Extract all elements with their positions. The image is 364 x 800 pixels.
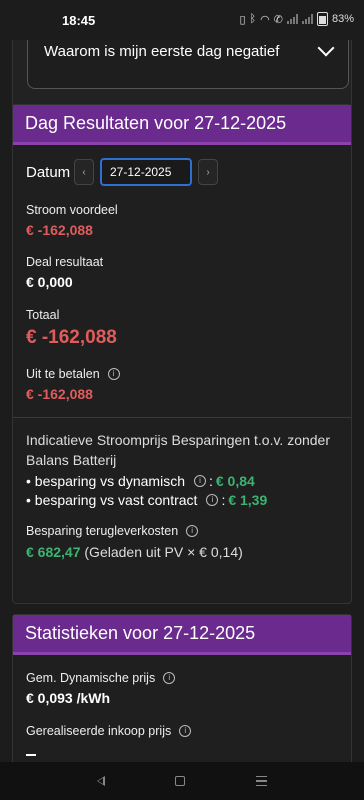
feed-in-note: (Geladen uit PV × € 0,14)	[84, 544, 243, 560]
saving-dynamic-label: • besparing vs dynamisch	[26, 473, 185, 489]
chevron-left-icon: ‹	[82, 166, 86, 178]
faq-dropdown[interactable]: Waarom is mijn eerste dag negatief	[27, 40, 349, 89]
deal-resultaat-label: Deal resultaat	[26, 255, 104, 269]
battery-percent: 83%	[331, 13, 354, 25]
stroom-voordeel-value: € -162,088	[26, 222, 93, 238]
feed-in-savings-block: Besparing terugleverkosten i € 682,47 (G…	[26, 524, 338, 560]
uit-te-betalen-value: € -162,088	[26, 386, 93, 402]
next-day-button[interactable]: ›	[198, 159, 218, 185]
inkoop-label-row: Gerealiseerde inkoop prijs i	[26, 724, 338, 738]
colon: :	[221, 492, 226, 508]
wifi-call-icon: ✆	[273, 13, 283, 26]
dyn-price-value: € 0,093 /kWh	[26, 690, 111, 706]
saving-dynamic-value: € 0,84	[215, 473, 255, 489]
feed-in-label: Besparing terugleverkosten	[26, 524, 179, 538]
totaal-block: Totaal € -162,088	[26, 308, 338, 349]
chevron-down-icon	[317, 40, 335, 57]
uit-te-betalen-label: Uit te betalen	[26, 367, 100, 381]
totaal-value: € -162,088	[26, 327, 117, 348]
vibrate-icon: ▯	[239, 13, 246, 26]
saving-dynamic-row: • besparing vs dynamisch i : € 0,84	[26, 473, 338, 489]
day-results-title: Dag Resultaten voor 27-12-2025	[13, 105, 351, 145]
stroom-voordeel-block: Stroom voordeel € -162,088	[26, 203, 338, 238]
colon: :	[208, 473, 213, 489]
deal-resultaat-block: Deal resultaat € 0,000	[26, 255, 338, 290]
dyn-price-block: Gem. Dynamische prijs i € 0,093 /kWh	[26, 671, 338, 706]
wifi-icon: ◠	[260, 13, 270, 26]
dyn-price-label-row: Gem. Dynamische prijs i	[26, 671, 338, 685]
chevron-right-icon: ›	[206, 166, 210, 178]
home-icon[interactable]	[175, 776, 186, 786]
back-icon[interactable]	[97, 776, 106, 786]
uit-te-betalen-label-row: Uit te betalen i	[26, 367, 338, 381]
feed-in-label-row: Besparing terugleverkosten i	[26, 524, 338, 538]
deal-resultaat-value: € 0,000	[26, 274, 73, 290]
status-bar: 18:45 ▯ ᛒ ◠ ✆ 83%	[0, 0, 364, 40]
saving-fixed-label: • besparing vs vast contract	[26, 492, 198, 508]
signal-icon	[286, 14, 298, 24]
date-label: Datum	[26, 163, 71, 181]
date-row: Datum ‹ ›	[26, 157, 338, 187]
saving-fixed-row: • besparing vs vast contract i : € 1,39	[26, 492, 338, 508]
statistics-title: Statistieken voor 27-12-2025	[13, 615, 351, 655]
saving-fixed-value: € 1,39	[228, 492, 268, 508]
status-time: 18:45	[62, 13, 96, 28]
battery-icon	[316, 12, 328, 26]
uit-te-betalen-block: Uit te betalen i € -162,088	[26, 367, 338, 402]
divider	[13, 417, 351, 418]
stroom-voordeel-label: Stroom voordeel	[26, 203, 118, 217]
inkoop-label: Gerealiseerde inkoop prijs	[26, 724, 172, 738]
inkoop-value-placeholder	[26, 754, 36, 756]
info-icon[interactable]: i	[193, 475, 206, 487]
indicative-text: Indicatieve Stroomprijs Besparingen t.o.…	[26, 432, 331, 468]
signal-icon-2	[301, 14, 313, 24]
statistics-card: Statistieken voor 27-12-2025 Gem. Dynami…	[12, 614, 352, 762]
indicative-savings-block: Indicatieve Stroomprijs Besparingen t.o.…	[26, 430, 338, 508]
inkoop-price-block: Gerealiseerde inkoop prijs i	[26, 724, 338, 756]
info-icon[interactable]: i	[163, 672, 176, 684]
info-icon[interactable]: i	[107, 368, 120, 380]
faq-question: Waarom is mijn eerste dag negatief	[44, 43, 280, 60]
day-results-card: Dag Resultaten voor 27-12-2025 Datum ‹ ›…	[12, 104, 352, 604]
recent-apps-icon[interactable]	[255, 775, 267, 787]
prev-day-button[interactable]: ‹	[74, 159, 94, 185]
dyn-price-label: Gem. Dynamische prijs	[26, 671, 156, 685]
bluetooth-icon: ᛒ	[249, 13, 257, 25]
status-icons: ▯ ᛒ ◠ ✆ 83%	[239, 12, 354, 26]
system-nav-bar	[0, 762, 364, 800]
info-icon[interactable]: i	[179, 725, 192, 737]
totaal-label: Totaal	[26, 308, 60, 322]
feed-in-value: € 682,47	[26, 544, 81, 560]
scroll-content[interactable]: Waarom is mijn eerste dag negatief Dag R…	[0, 40, 364, 762]
feed-in-value-row: € 682,47 (Geladen uit PV × € 0,14)	[26, 544, 338, 560]
info-icon[interactable]: i	[206, 494, 219, 506]
info-icon[interactable]: i	[186, 525, 199, 537]
date-input[interactable]	[100, 158, 192, 186]
